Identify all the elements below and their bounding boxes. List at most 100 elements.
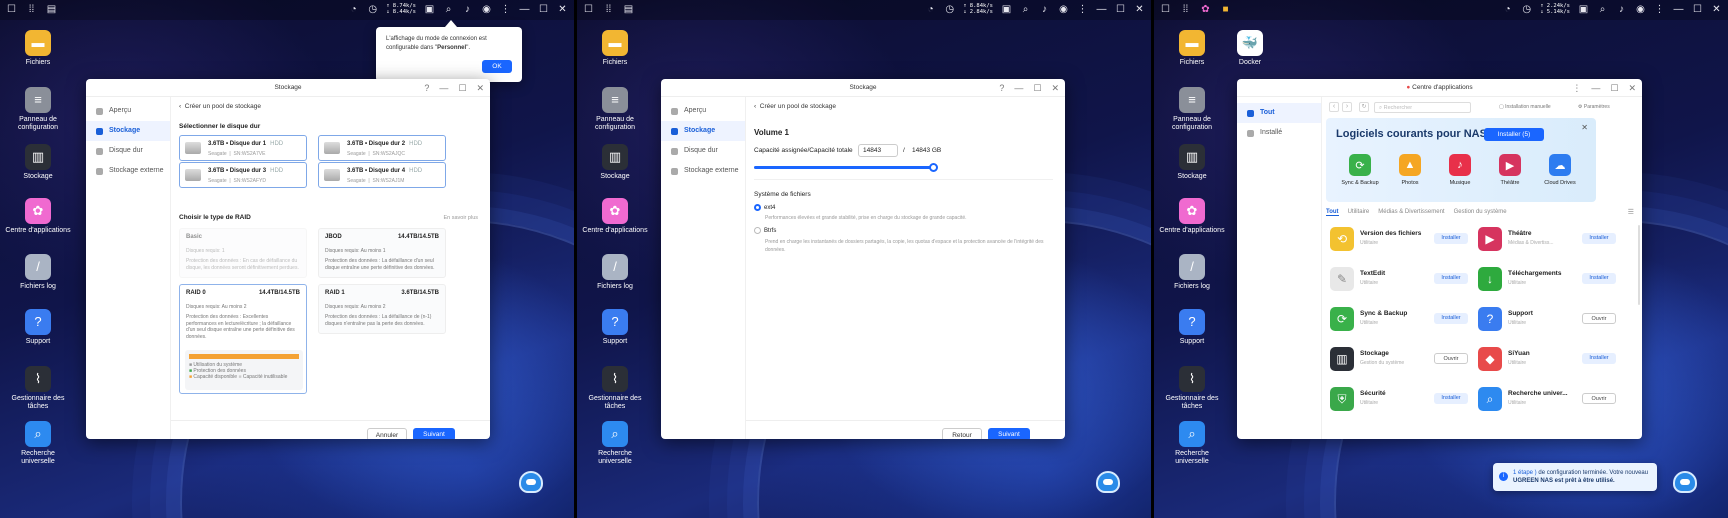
minimize-icon[interactable]: — xyxy=(1673,4,1684,15)
forward-nav-button[interactable]: › xyxy=(1342,102,1352,112)
desktop-icon-item[interactable]: ▥ Stockage xyxy=(581,144,649,181)
help-icon[interactable]: ? xyxy=(999,79,1004,97)
tab-medias[interactable]: Médias & Divertissement xyxy=(1378,209,1444,216)
disk-card[interactable]: 3.6TB • Disque dur 1 HDD Seagate | SN:WS2A… xyxy=(179,135,307,161)
user-icon[interactable]: ◉ xyxy=(481,4,492,15)
minimize-icon[interactable]: — xyxy=(519,4,530,15)
banner-app[interactable]: ▶ Théâtre xyxy=(1486,154,1534,186)
app-list-item[interactable]: ▶ Théâtre Médias & Divertiss... Installer xyxy=(1478,225,1616,255)
desktop-icon-item[interactable]: / Fichiers log xyxy=(4,254,72,291)
desktop-icon-item[interactable]: ≡ Panneau de configuration xyxy=(581,87,649,132)
next-button[interactable]: Suivant xyxy=(413,428,455,439)
install-all-button[interactable]: Installer (5) xyxy=(1484,128,1544,141)
disk-card[interactable]: 3.6TB • Disque dur 4 HDD Seagate | SN:WS2A… xyxy=(318,162,446,188)
search-icon[interactable]: ⌕ xyxy=(1597,4,1608,15)
capacity-slider-track[interactable] xyxy=(754,163,938,172)
desktop-icon-item[interactable]: ⌇ Gestionnaire des tâches xyxy=(581,366,649,411)
cancel-button[interactable]: Annuler xyxy=(367,428,407,439)
install-button[interactable]: Installer xyxy=(1434,273,1468,284)
app-list-item[interactable]: ⟲ Version des fichiers Utilitaire Installer xyxy=(1330,225,1468,255)
sidebar-item-disque-dur[interactable]: Disque dur xyxy=(661,141,745,161)
refresh-icon[interactable]: ↻ xyxy=(1359,102,1369,112)
desktop-icon-item[interactable]: / Fichiers log xyxy=(1158,254,1226,291)
apps-grid-icon[interactable]: ⁞⁞ xyxy=(603,4,614,15)
notification-icon[interactable]: ♪ xyxy=(462,4,473,15)
folder-taskbar-icon[interactable]: ■ xyxy=(1220,4,1231,15)
app-list-item[interactable]: ⛨ Sécurité Utilitaire Installer xyxy=(1330,385,1468,415)
fs-option-ext4[interactable]: ext4 xyxy=(754,204,775,211)
maximize-icon[interactable]: ☐ xyxy=(1033,79,1041,97)
desktop-icon-item[interactable]: ⌕ Recherche universelle xyxy=(581,421,649,466)
desktop-icon-item[interactable]: ? Support xyxy=(1158,309,1226,346)
maximize-icon[interactable]: ☐ xyxy=(458,79,466,97)
menu-icon[interactable]: ⋮ xyxy=(1654,4,1665,15)
maximize-icon[interactable]: ☐ xyxy=(1692,4,1703,15)
next-button[interactable]: Suivant xyxy=(988,428,1030,439)
network-icon[interactable]: ◔ xyxy=(348,4,359,15)
app-list-item[interactable]: ▥ Stockage Gestion du système Ouvrir xyxy=(1330,345,1468,375)
raid-option[interactable]: RAID 1 3.6TB/14.5TB Disques requis: Au moi… xyxy=(318,284,446,334)
disk-card[interactable]: 3.6TB • Disque dur 3 HDD Seagate | SN:WS2A… xyxy=(179,162,307,188)
apps-grid-icon[interactable]: ⁞⁞ xyxy=(1180,4,1191,15)
desktop-icon-item[interactable]: ≡ Panneau de configuration xyxy=(1158,87,1226,132)
app-list-item[interactable]: ◆ SiYuan Utilitaire Installer xyxy=(1478,345,1616,375)
desktop-icon-item[interactable]: ⌕ Recherche universelle xyxy=(4,421,72,466)
desktop-icon-item[interactable]: ▥ Stockage xyxy=(1158,144,1226,181)
desktop-icon-item[interactable]: ⌇ Gestionnaire des tâches xyxy=(1158,366,1226,411)
desktop-icon-item[interactable]: ? Support xyxy=(581,309,649,346)
sidebar-item-apercu[interactable]: Aperçu xyxy=(86,101,170,121)
capacity-input[interactable]: 14843 xyxy=(858,144,898,157)
notification-icon[interactable]: ♪ xyxy=(1616,4,1627,15)
sidebar-item-disque-dur[interactable]: Disque dur xyxy=(86,141,170,161)
close-icon[interactable]: ✕ xyxy=(557,4,568,15)
desktop-icon-item[interactable]: / Fichiers log xyxy=(581,254,649,291)
desktop-icon-item[interactable]: ⌇ Gestionnaire des tâches xyxy=(4,366,72,411)
close-banner-icon[interactable]: ✕ xyxy=(1581,123,1588,132)
connection-mode-icon[interactable]: ▣ xyxy=(1578,4,1589,15)
minimize-icon[interactable]: — xyxy=(1591,79,1600,97)
disk-card[interactable]: 3.6TB • Disque dur 2 HDD Seagate | SN:WS2A… xyxy=(318,135,446,161)
desktop-icon-item[interactable]: ▥ Stockage xyxy=(4,144,72,181)
desktop-icon[interactable]: ☐ xyxy=(1160,4,1171,15)
manual-install-button[interactable]: ▢ Installation manuelle xyxy=(1499,104,1551,110)
capacity-slider-handle[interactable] xyxy=(929,163,938,172)
user-icon[interactable]: ◉ xyxy=(1635,4,1646,15)
minimize-icon[interactable]: — xyxy=(439,79,448,97)
banner-app[interactable]: ♪ Musique xyxy=(1436,154,1484,186)
list-view-icon[interactable]: ☰ xyxy=(1628,208,1634,216)
close-icon[interactable]: ✕ xyxy=(1134,4,1145,15)
search-icon[interactable]: ⌕ xyxy=(1020,4,1031,15)
sidebar-item-tout[interactable]: Tout xyxy=(1237,103,1321,123)
sidebar-item-stockage-externe[interactable]: Stockage externe xyxy=(661,161,745,181)
menu-icon[interactable]: ⋮ xyxy=(500,4,511,15)
desktop-icon-item[interactable]: ▬ Fichiers xyxy=(581,30,649,67)
apps-grid-icon[interactable]: ⁞⁞ xyxy=(26,4,37,15)
minimize-icon[interactable]: — xyxy=(1096,4,1107,15)
desktop-icon-item[interactable]: ⌕ Recherche universelle xyxy=(1158,421,1226,466)
connection-mode-icon[interactable]: ▣ xyxy=(1001,4,1012,15)
app-list-item[interactable]: ⟳ Sync & Backup Utilitaire Installer xyxy=(1330,305,1468,335)
breadcrumb[interactable]: ‹ Créer un pool de stockage xyxy=(754,103,836,110)
sidebar-item-stockage[interactable]: Stockage xyxy=(86,121,170,141)
open-button[interactable]: Ouvrir xyxy=(1582,393,1616,404)
install-button[interactable]: Installer xyxy=(1434,393,1468,404)
maximize-icon[interactable]: ☐ xyxy=(538,4,549,15)
desktop-icon-item[interactable]: ✿ Centre d'applications xyxy=(1158,198,1226,235)
assistant-robot-icon[interactable] xyxy=(1673,471,1697,493)
app-list-item[interactable]: ? Support Utilitaire Ouvrir xyxy=(1478,305,1616,335)
desktop-icon[interactable]: ☐ xyxy=(6,4,17,15)
desktop-icon-item[interactable]: ? Support xyxy=(4,309,72,346)
ok-button[interactable]: OK xyxy=(482,60,512,73)
network-icon[interactable]: ◔ xyxy=(925,4,936,15)
install-button[interactable]: Installer xyxy=(1582,353,1616,364)
desktop-icon-item[interactable]: ✿ Centre d'applications xyxy=(581,198,649,235)
desktop-icon-item[interactable]: ✿ Centre d'applications xyxy=(4,198,72,235)
maximize-icon[interactable]: ☐ xyxy=(1115,4,1126,15)
fs-option-btrfs[interactable]: Btrfs xyxy=(754,227,776,234)
sidebar-item-installe[interactable]: Installé xyxy=(1237,123,1321,143)
app-list-item[interactable]: ⌕ Recherche univer... Utilitaire Ouvrir xyxy=(1478,385,1616,415)
menu-icon[interactable]: ⋮ xyxy=(1572,79,1581,97)
desktop-icon[interactable]: ☐ xyxy=(583,4,594,15)
connection-mode-icon[interactable]: ▣ xyxy=(424,4,435,15)
sidebar-item-stockage-externe[interactable]: Stockage externe xyxy=(86,161,170,181)
